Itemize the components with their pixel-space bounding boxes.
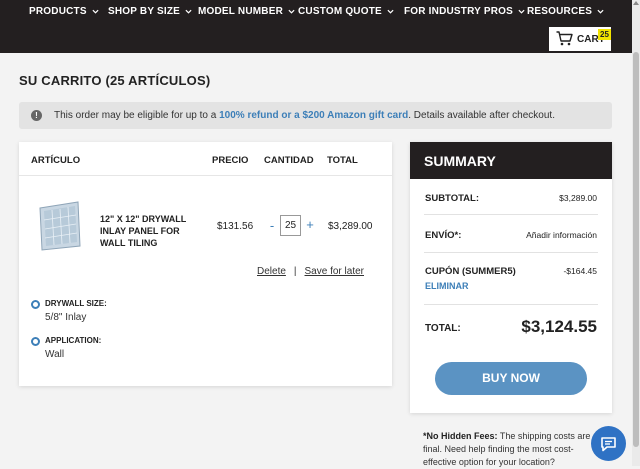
- product-image[interactable]: [38, 200, 82, 252]
- cart-count-badge: 25: [598, 29, 611, 40]
- total-label: TOTAL:: [425, 323, 461, 334]
- bullet-circle-icon: [31, 300, 40, 309]
- refund-notice: ! This order may be eligible for up to a…: [19, 102, 612, 129]
- notice-link[interactable]: 100% refund or a $200 Amazon gift card: [219, 110, 408, 121]
- scrollbar-thumb[interactable]: [633, 52, 639, 447]
- top-navigation: PRODUCTS SHOP BY SIZE MODEL NUMBER CUSTO…: [0, 0, 632, 53]
- nav-item-industry-pros[interactable]: FOR INDUSTRY PROS: [404, 6, 525, 17]
- chevron-down-icon: [387, 9, 394, 14]
- column-header-total: TOTAL: [327, 155, 358, 166]
- total-value: $3,124.55: [521, 317, 597, 336]
- nav-item-label: CUSTOM QUOTE: [298, 6, 382, 17]
- nav-item-label: RESOURCES: [527, 6, 593, 17]
- column-header-item: ARTÍCULO: [31, 155, 81, 166]
- chat-button[interactable]: [591, 426, 626, 461]
- column-header-quantity: CANTIDAD: [264, 155, 314, 166]
- quantity-increase-button[interactable]: +: [305, 217, 315, 232]
- notice-text: This order may be eligible for up to a 1…: [54, 110, 555, 121]
- attribute-value: 5/8" Inlay: [45, 312, 87, 323]
- delete-link[interactable]: Delete: [257, 266, 286, 277]
- nav-item-products[interactable]: PRODUCTS: [29, 6, 99, 17]
- footnote-bold: *No Hidden Fees:: [423, 431, 498, 441]
- summary-divider: [424, 304, 598, 305]
- notice-suffix: . Details available after checkout.: [408, 110, 555, 121]
- item-price: $131.56: [217, 221, 254, 232]
- nav-item-label: FOR INDUSTRY PROS: [404, 6, 513, 17]
- summary-divider: [424, 214, 598, 215]
- subtotal-value: $3,289.00: [559, 193, 597, 203]
- cart-items-card: ARTÍCULO PRECIO CANTIDAD TOTAL 12" X 12"…: [19, 142, 392, 386]
- coupon-discount: -$164.45: [563, 266, 597, 276]
- item-total: $3,289.00: [328, 221, 373, 232]
- item-actions: Delete | Save for later: [257, 266, 364, 277]
- chevron-down-icon: [597, 9, 604, 14]
- buy-now-button[interactable]: BUY NOW: [435, 362, 587, 395]
- chevron-down-icon: [185, 9, 192, 14]
- chat-icon: [601, 437, 616, 452]
- attribute-label: APPLICATION:: [45, 336, 102, 345]
- summary-divider: [424, 252, 598, 253]
- page-title: SU CARRITO (25 ARTÍCULOS): [19, 73, 211, 88]
- column-header-price: PRECIO: [212, 155, 249, 166]
- cart-icon: [556, 31, 573, 46]
- page-scrollbar[interactable]: [632, 0, 640, 466]
- nav-item-model-number[interactable]: MODEL NUMBER: [198, 6, 295, 17]
- chevron-down-icon: [518, 9, 525, 14]
- coupon-label: CUPÓN (SUMMER5): [425, 266, 516, 277]
- shipping-label: ENVÍO*:: [425, 230, 462, 241]
- chevron-down-icon: [92, 9, 99, 14]
- order-summary: SUMMARY SUBTOTAL: $3,289.00 ENVÍO*: Añad…: [410, 142, 612, 413]
- nav-item-resources[interactable]: RESOURCES: [527, 6, 604, 17]
- cart-button[interactable]: CART 25: [549, 27, 611, 51]
- subtotal-label: SUBTOTAL:: [425, 193, 480, 204]
- attribute-label: DRYWALL SIZE:: [45, 299, 107, 308]
- info-icon: !: [31, 110, 42, 121]
- nav-item-custom-quote[interactable]: CUSTOM QUOTE: [298, 6, 394, 17]
- nav-item-label: MODEL NUMBER: [198, 6, 283, 17]
- summary-title: SUMMARY: [424, 153, 496, 169]
- nav-item-label: SHOP BY SIZE: [108, 6, 181, 17]
- nav-item-shop-by-size[interactable]: SHOP BY SIZE: [108, 6, 192, 17]
- product-name[interactable]: 12" X 12" DRYWALL INLAY PANEL FOR WALL T…: [100, 213, 205, 249]
- nav-item-label: PRODUCTS: [29, 6, 87, 17]
- chevron-down-icon: [288, 9, 295, 14]
- scroll-up-arrow-icon[interactable]: [633, 1, 639, 5]
- shipping-value[interactable]: Añadir información: [526, 230, 597, 240]
- actions-separator: |: [293, 266, 297, 277]
- remove-coupon-link[interactable]: ELIMINAR: [425, 281, 469, 291]
- quantity-decrease-button[interactable]: -: [267, 218, 277, 233]
- save-for-later-link[interactable]: Save for later: [305, 266, 364, 277]
- bullet-circle-icon: [31, 337, 40, 346]
- attribute-value: Wall: [45, 349, 65, 360]
- nav-menu: PRODUCTS SHOP BY SIZE MODEL NUMBER CUSTO…: [0, 6, 632, 22]
- header-divider: [19, 175, 392, 176]
- quantity-input[interactable]: 25: [280, 215, 301, 236]
- summary-header: SUMMARY: [410, 142, 612, 179]
- notice-prefix: This order may be eligible for up to a: [54, 110, 220, 121]
- shipping-footnote: *No Hidden Fees: The shipping costs are …: [423, 430, 601, 469]
